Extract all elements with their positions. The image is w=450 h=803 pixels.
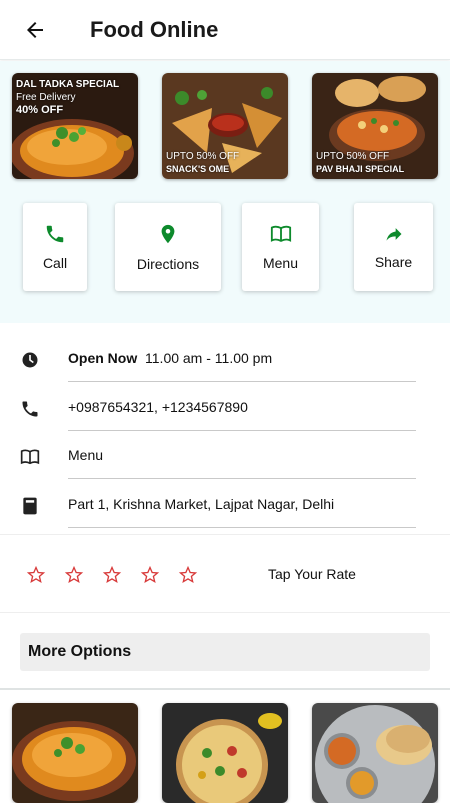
section-divider bbox=[0, 688, 450, 690]
dish-card-pizza[interactable] bbox=[162, 703, 288, 803]
banner-discount: 40% OFF bbox=[16, 104, 64, 116]
divider bbox=[68, 527, 416, 528]
menu-text: Menu bbox=[68, 447, 104, 463]
hours-value: 11.00 am - 11.00 pm bbox=[145, 350, 273, 366]
call-label: Call bbox=[42, 255, 68, 271]
rating-stars bbox=[26, 565, 198, 585]
back-button[interactable] bbox=[0, 0, 70, 60]
divider bbox=[68, 430, 416, 431]
location-pin-icon bbox=[161, 224, 175, 244]
dish-card-dal[interactable] bbox=[12, 703, 138, 803]
menu-button[interactable]: Menu bbox=[242, 203, 319, 291]
star-icon[interactable] bbox=[26, 565, 46, 585]
directions-label: Directions bbox=[136, 256, 200, 272]
section-divider bbox=[0, 612, 450, 613]
phone-icon bbox=[22, 401, 38, 417]
thali-image bbox=[312, 703, 438, 803]
menu-label: Menu bbox=[262, 255, 299, 271]
phone-row[interactable]: +0987654321, +1234567890 bbox=[0, 387, 450, 435]
more-options-header[interactable]: More Options bbox=[20, 633, 430, 671]
banner-title: UPTO 50% OFF bbox=[166, 151, 240, 162]
star-icon[interactable] bbox=[140, 565, 160, 585]
promo-banner-pav-bhaji[interactable]: UPTO 50% OFF PAV BHAJI SPECIAL bbox=[312, 73, 438, 179]
phone-numbers: +0987654321, +1234567890 bbox=[68, 399, 248, 415]
hours-text: Open Now 11.00 am - 11.00 pm bbox=[68, 350, 272, 366]
banner-subtitle: Free Delivery bbox=[16, 92, 76, 103]
address-row[interactable]: Part 1, Krishna Market, Lajpat Nagar, De… bbox=[0, 484, 450, 532]
page-title: Food Online bbox=[90, 16, 219, 42]
call-button[interactable]: Call bbox=[23, 203, 87, 291]
app-bar: Food Online bbox=[0, 0, 450, 60]
divider bbox=[68, 478, 416, 479]
hero-section: DAL TADKA SPECIAL Free Delivery 40% OFF … bbox=[0, 61, 450, 323]
promo-banner-snacks[interactable]: UPTO 50% OFF SNACK'S OME bbox=[162, 73, 288, 179]
star-icon[interactable] bbox=[64, 565, 84, 585]
phone-icon bbox=[46, 225, 64, 243]
banner-title: DAL TADKA SPECIAL bbox=[16, 79, 120, 90]
clock-icon bbox=[22, 352, 38, 368]
dish-card-thali[interactable] bbox=[312, 703, 438, 803]
open-status: Open Now bbox=[68, 350, 138, 366]
share-button[interactable]: Share bbox=[354, 203, 433, 291]
banner-subtitle: PAV BHAJI SPECIAL bbox=[316, 164, 405, 174]
banner-title: UPTO 50% OFF bbox=[316, 151, 390, 162]
address-text: Part 1, Krishna Market, Lajpat Nagar, De… bbox=[68, 496, 335, 512]
promo-banner-dal-tadka[interactable]: DAL TADKA SPECIAL Free Delivery 40% OFF bbox=[12, 73, 138, 179]
directions-button[interactable]: Directions bbox=[115, 203, 221, 291]
divider bbox=[68, 381, 416, 382]
star-icon[interactable] bbox=[178, 565, 198, 585]
back-arrow-icon bbox=[27, 21, 43, 38]
menu-row[interactable]: Menu bbox=[0, 435, 450, 483]
rate-prompt[interactable]: Tap Your Rate bbox=[268, 566, 356, 582]
pizza-image bbox=[162, 703, 288, 803]
share-arrow-icon bbox=[386, 228, 401, 241]
address-book-icon bbox=[23, 497, 37, 515]
share-label: Share bbox=[374, 254, 413, 270]
book-icon bbox=[270, 225, 291, 242]
dal-dish-image bbox=[12, 703, 138, 803]
hours-row: Open Now 11.00 am - 11.00 pm bbox=[0, 338, 450, 386]
section-divider bbox=[0, 534, 450, 535]
star-icon[interactable] bbox=[102, 565, 122, 585]
banner-subtitle: SNACK'S OME bbox=[166, 164, 230, 174]
book-icon bbox=[20, 449, 40, 465]
